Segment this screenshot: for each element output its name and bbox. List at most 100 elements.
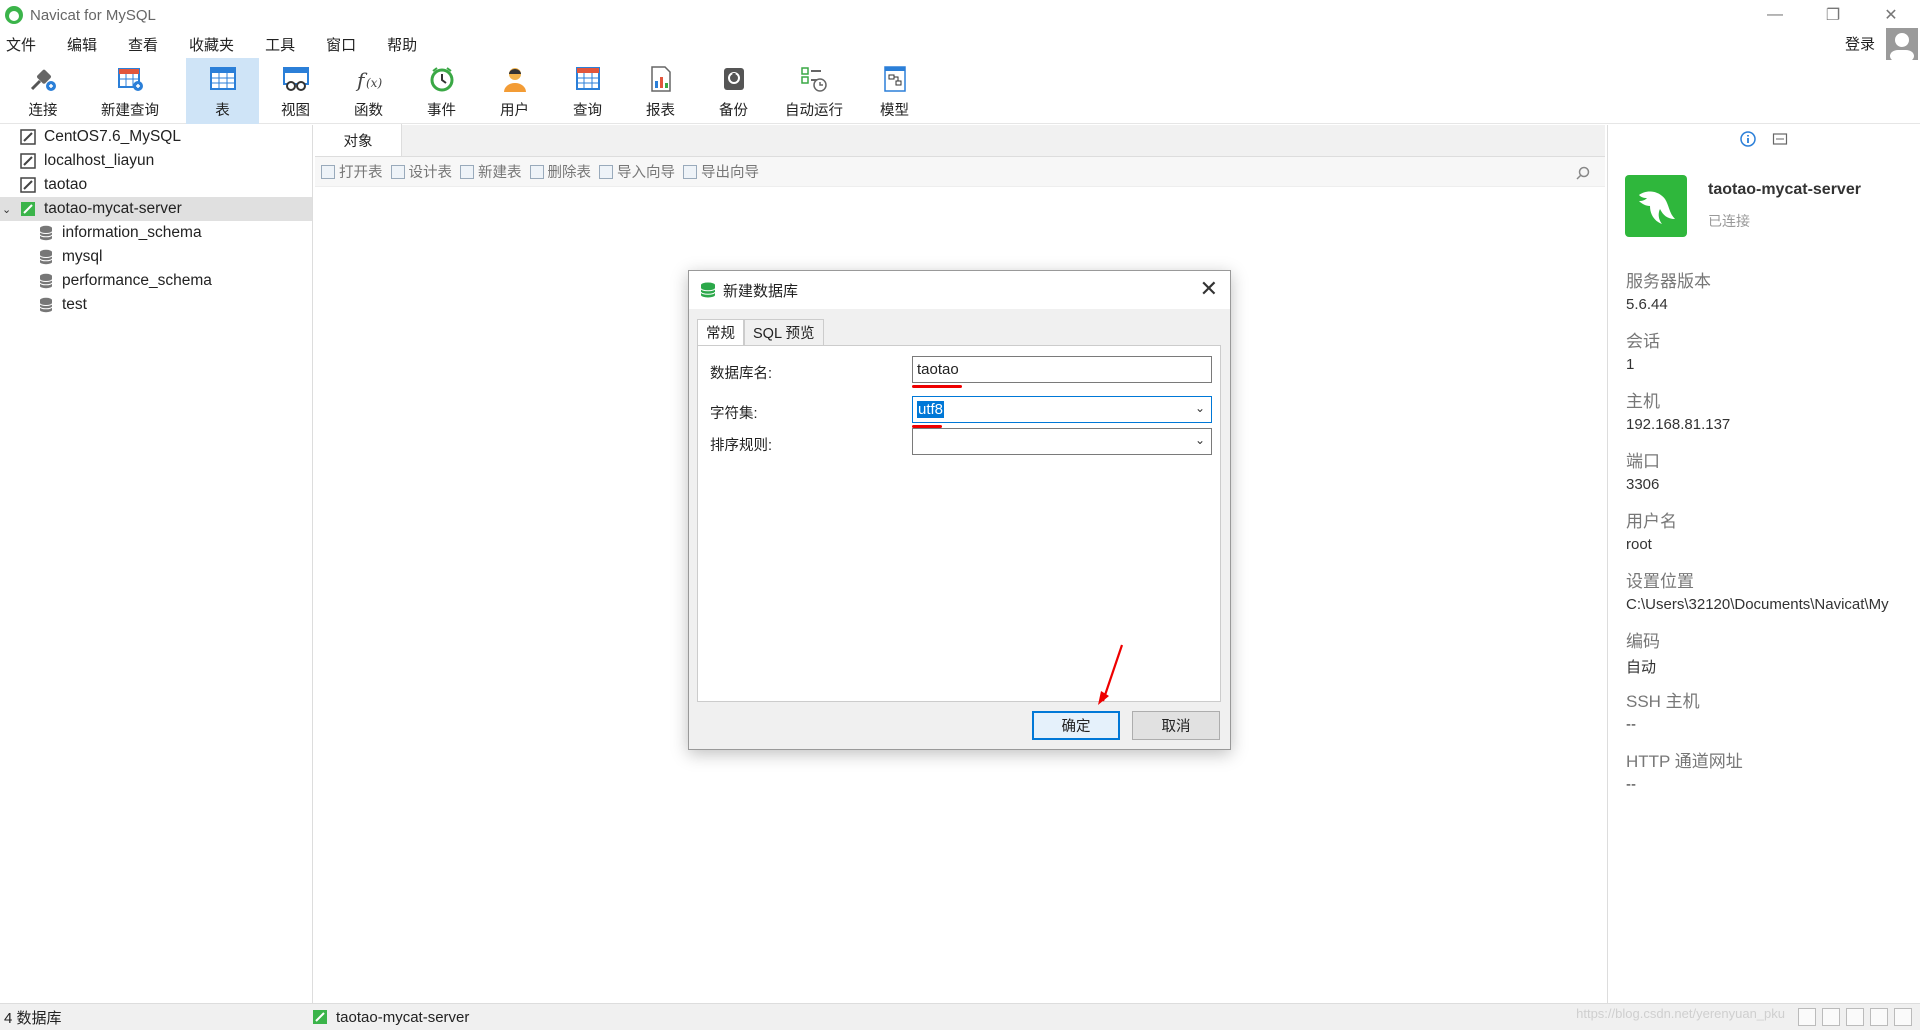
prop-label: 端口 (1626, 452, 1660, 471)
toolbar-user[interactable]: 用户 (478, 58, 551, 124)
menu-window[interactable]: 窗口 (320, 34, 371, 55)
plug-icon (30, 69, 56, 91)
prop-ssh-host: SSH 主机 -- (1626, 687, 1700, 733)
menu-bar: 文件 编辑 查看 收藏夹 工具 窗口 帮助 (0, 30, 1920, 58)
tree-database-label: information_schema (62, 224, 202, 241)
tree-connection[interactable]: CentOS7.6_MySQL (0, 125, 312, 149)
toolbar-report-label: 报表 (646, 103, 675, 119)
tree-connection[interactable]: localhost_liayun (0, 149, 312, 173)
tab-general[interactable]: 常规 (697, 319, 744, 345)
export-wizard-button[interactable]: 导出向导 (683, 161, 759, 182)
status-connection: taotao-mycat-server (312, 1009, 469, 1026)
navicat-logo-icon (5, 6, 23, 24)
user-icon (503, 68, 526, 92)
charset-label: 字符集: (710, 406, 758, 422)
connect-label: 连接 (28, 103, 58, 119)
new-table-button[interactable]: 新建表 (460, 161, 522, 182)
prop-label: 会话 (1626, 332, 1660, 351)
toolbar-report[interactable]: 报表 (624, 58, 697, 124)
list-view-button[interactable] (1798, 1008, 1816, 1026)
tree-database-label: mysql (62, 248, 103, 265)
toolbar-automation[interactable]: 自动运行 (770, 58, 858, 124)
tree-connection[interactable]: taotao (0, 173, 312, 197)
prop-label: SSH 主机 (1626, 692, 1700, 711)
toolbar-automation-label: 自动运行 (785, 103, 843, 119)
connect-button[interactable]: 连接 (0, 58, 86, 124)
new-query-button[interactable]: 新建查询 (86, 58, 174, 124)
model-icon (883, 66, 906, 92)
menu-edit[interactable]: 编辑 (61, 34, 112, 55)
connection-active-icon (313, 1010, 327, 1024)
minimize-button[interactable]: — (1746, 0, 1804, 30)
menu-view[interactable]: 查看 (122, 34, 173, 55)
toolbar-function[interactable]: f (x) 函数 (332, 58, 405, 124)
cancel-button[interactable]: 取消 (1132, 711, 1220, 740)
chevron-down-icon[interactable]: ⌄ (2, 203, 20, 216)
menu-favorites[interactable]: 收藏夹 (183, 34, 249, 55)
toolbar-user-label: 用户 (500, 103, 529, 119)
toolbar-backup[interactable]: 备份 (697, 58, 770, 124)
prop-server-version: 服务器版本 5.6.44 (1626, 267, 1711, 313)
db-name-input[interactable]: taotao (912, 356, 1212, 383)
split-view-button[interactable] (1870, 1008, 1888, 1026)
toolbar-backup-label: 备份 (719, 103, 748, 119)
search-icon[interactable] (1575, 166, 1591, 182)
chevron-down-icon[interactable]: ⌄ (1195, 401, 1205, 415)
object-actions-bar: 打开表 设计表 新建表 删除表 导入向导 导出向导 (315, 157, 1605, 187)
ok-button[interactable]: 确定 (1032, 711, 1120, 740)
svg-text:(x): (x) (366, 76, 382, 90)
dialog-close-icon[interactable]: ✕ (1200, 278, 1218, 300)
open-table-button[interactable]: 打开表 (321, 161, 383, 182)
info-icon[interactable] (1740, 131, 1756, 147)
delete-table-button[interactable]: 删除表 (529, 161, 591, 182)
restore-button[interactable]: ❐ (1804, 0, 1862, 30)
toolbar-event[interactable]: 事件 (405, 58, 478, 124)
er-view-button[interactable] (1846, 1008, 1864, 1026)
title-bar: Navicat for MySQL — ❐ ✕ (0, 0, 1920, 30)
connection-active-icon (20, 201, 36, 217)
connection-logo (1625, 175, 1687, 237)
detail-view-button[interactable] (1822, 1008, 1840, 1026)
toolbar-view[interactable]: 视图 (259, 58, 332, 124)
toolbar-query[interactable]: 查询 (551, 58, 624, 124)
backup-icon (723, 68, 744, 90)
charset-select[interactable]: utf8 ⌄ (912, 396, 1212, 423)
report-icon (650, 66, 671, 92)
info-panel-button[interactable] (1894, 1008, 1912, 1026)
charset-value: utf8 (917, 401, 945, 418)
tree-database[interactable]: test (0, 293, 312, 317)
prop-label: 服务器版本 (1626, 272, 1711, 291)
tab-objects[interactable]: 对象 (315, 124, 402, 156)
mysql-dolphin-icon (1639, 191, 1675, 224)
collation-label: 排序规则: (710, 438, 773, 454)
import-wizard-button[interactable]: 导入向导 (599, 161, 675, 182)
tab-sql-preview[interactable]: SQL 预览 (744, 319, 824, 345)
avatar[interactable] (1886, 28, 1918, 60)
dialog-title: 新建数据库 (723, 282, 799, 300)
tree-connection-selected[interactable]: ⌄ taotao-mycat-server (0, 197, 312, 221)
tree-connection-label: taotao (44, 176, 88, 193)
prop-label: HTTP 通道网址 (1626, 752, 1743, 771)
design-table-button[interactable]: 设计表 (390, 161, 452, 182)
chevron-down-icon[interactable]: ⌄ (1195, 433, 1205, 447)
close-window-button[interactable]: ✕ (1862, 0, 1920, 30)
tree-database[interactable]: information_schema (0, 221, 312, 245)
menu-help[interactable]: 帮助 (381, 34, 432, 55)
prop-label: 用户名 (1626, 512, 1677, 531)
new-database-dialog: 新建数据库 ✕ 常规 SQL 预览 数据库名: taotao 字符集: utf8… (688, 270, 1231, 750)
toolbar-model[interactable]: 模型 (858, 58, 931, 124)
menu-tools[interactable]: 工具 (259, 34, 310, 55)
menu-file[interactable]: 文件 (0, 34, 51, 55)
toolbar-table-label: 表 (215, 103, 230, 119)
new-query-label: 新建查询 (101, 103, 159, 119)
prop-label: 主机 (1626, 392, 1660, 411)
tree-database[interactable]: mysql (0, 245, 312, 269)
clock-icon (430, 67, 453, 92)
login-link[interactable]: 登录 (1845, 33, 1875, 54)
ddl-icon[interactable] (1772, 131, 1788, 147)
prop-host: 主机 192.168.81.137 (1626, 387, 1730, 433)
collation-select[interactable]: ⌄ (912, 428, 1212, 455)
tree-database[interactable]: performance_schema (0, 269, 312, 293)
toolbar-table[interactable]: 表 (186, 58, 259, 124)
prop-value: 3306 (1626, 476, 1660, 493)
